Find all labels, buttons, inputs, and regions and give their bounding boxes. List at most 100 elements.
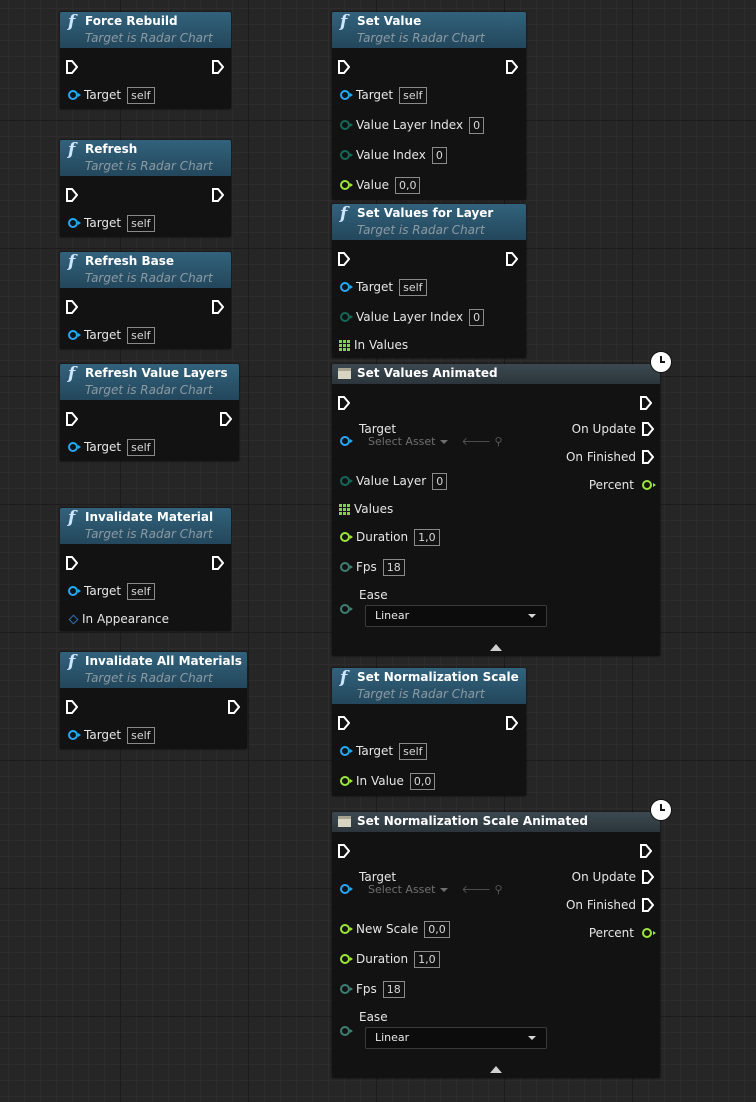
exec-out-pin[interactable] <box>506 714 518 732</box>
node-set-value[interactable]: f Set Value Target is Radar Chart Target… <box>332 12 526 200</box>
on-update-pin[interactable]: On Update <box>572 420 654 438</box>
percent-pin[interactable]: Percent <box>589 924 656 942</box>
values-pin[interactable]: Values <box>339 500 393 518</box>
chevron-down-icon <box>439 439 448 444</box>
value-field[interactable]: 0,0 <box>394 176 421 194</box>
exec-in-pin[interactable] <box>66 58 78 76</box>
duration-pin[interactable]: Duration 1,0 <box>340 950 440 968</box>
node-set-normalization-scale-animated[interactable]: Set Normalization Scale Animated Target … <box>332 812 660 1078</box>
value-pin[interactable]: Value 0,0 <box>340 176 421 194</box>
node-title: Set Values Animated <box>357 366 498 380</box>
target-pin[interactable]: Target self <box>340 742 427 760</box>
value-index-field[interactable]: 0 <box>431 146 447 164</box>
node-refresh-base[interactable]: f Refresh Base Target is Radar Chart Tar… <box>60 252 231 349</box>
node-subtitle: Target is Radar Chart <box>85 159 213 173</box>
exec-in-pin[interactable] <box>338 250 350 268</box>
in-value-field[interactable]: 0,0 <box>409 772 436 790</box>
node-set-values-for-layer[interactable]: f Set Values for Layer Target is Radar C… <box>332 204 526 358</box>
exec-in-pin[interactable] <box>66 410 78 428</box>
ease-pin[interactable] <box>340 1022 353 1040</box>
value-layer-pin[interactable]: Value Layer 0 <box>340 472 448 490</box>
new-scale-pin[interactable]: New Scale 0,0 <box>340 920 450 938</box>
duration-field[interactable]: 1,0 <box>414 528 440 546</box>
in-value-pin[interactable]: In Value 0,0 <box>340 772 436 790</box>
int-pin-icon <box>340 984 353 994</box>
percent-pin[interactable]: Percent <box>589 476 656 494</box>
browse-asset-icons[interactable]: 🡐 ⚲ <box>462 882 503 896</box>
on-update-pin[interactable]: On Update <box>572 868 654 886</box>
on-finished-pin[interactable]: On Finished <box>566 448 654 466</box>
in-values-pin[interactable]: In Values <box>339 336 408 354</box>
node-refresh[interactable]: f Refresh Target is Radar Chart Target s… <box>60 140 231 237</box>
node-title: Set Normalization Scale Animated <box>357 814 588 828</box>
pin-label: Value Layer <box>356 474 427 488</box>
collapse-arrow-icon[interactable] <box>490 1066 502 1073</box>
target-pin[interactable]: Target self <box>68 214 155 232</box>
exec-out-pin[interactable] <box>228 698 240 716</box>
exec-out-pin[interactable] <box>212 298 224 316</box>
browse-asset-icons[interactable]: 🡐 ⚲ <box>462 434 503 448</box>
exec-out-pin[interactable] <box>506 58 518 76</box>
node-set-values-animated[interactable]: Set Values Animated Target Select Asset … <box>332 364 660 656</box>
node-set-normalization-scale[interactable]: f Set Normalization Scale Target is Rada… <box>332 668 526 796</box>
target-pin[interactable]: Target self <box>68 582 155 600</box>
target-pin[interactable]: Target self <box>68 86 155 104</box>
exec-in-icon <box>66 188 78 202</box>
node-invalidate-material[interactable]: f Invalidate Material Target is Radar Ch… <box>60 508 231 631</box>
object-pin-icon <box>68 330 81 340</box>
self-value: self <box>399 742 427 760</box>
target-pin[interactable]: Target self <box>68 326 155 344</box>
exec-in-pin[interactable] <box>338 394 350 412</box>
target-pin[interactable]: Target self <box>68 438 155 456</box>
node-refresh-value-layers[interactable]: f Refresh Value Layers Target is Radar C… <box>60 364 239 461</box>
exec-out-icon <box>212 556 224 570</box>
target-pin[interactable]: Target self <box>68 726 155 744</box>
select-asset-dropdown[interactable]: Select Asset <box>368 435 448 448</box>
fps-field[interactable]: 18 <box>382 980 405 998</box>
value-index-pin[interactable]: Value Index 0 <box>340 146 447 164</box>
exec-in-pin[interactable] <box>338 714 350 732</box>
node-header: f Refresh Target is Radar Chart <box>60 140 231 176</box>
fps-pin[interactable]: Fps 18 <box>340 558 405 576</box>
new-scale-field[interactable]: 0,0 <box>424 920 450 938</box>
exec-in-pin[interactable] <box>66 298 78 316</box>
node-subtitle: Target is Radar Chart <box>85 527 213 541</box>
exec-out-icon <box>642 450 654 464</box>
ease-dropdown[interactable]: Linear <box>365 605 547 627</box>
ease-dropdown[interactable]: Linear <box>365 1027 547 1049</box>
exec-out-pin[interactable] <box>506 250 518 268</box>
select-asset-dropdown[interactable]: Select Asset <box>368 883 448 896</box>
exec-out-pin[interactable] <box>640 394 652 412</box>
exec-out-pin[interactable] <box>212 554 224 572</box>
in-appearance-pin[interactable]: In Appearance <box>68 610 169 628</box>
value-layer-index-field[interactable]: 0 <box>469 116 485 134</box>
exec-in-pin[interactable] <box>66 554 78 572</box>
collapse-arrow-icon[interactable] <box>490 644 502 651</box>
target-pin[interactable]: Select Asset 🡐 ⚲ <box>340 432 503 450</box>
target-pin[interactable]: Select Asset 🡐 ⚲ <box>340 880 503 898</box>
exec-out-pin[interactable] <box>212 58 224 76</box>
duration-pin[interactable]: Duration 1,0 <box>340 528 440 546</box>
object-pin-icon <box>340 282 353 292</box>
pin-label: Target <box>84 328 122 342</box>
exec-out-pin[interactable] <box>640 842 652 860</box>
exec-in-pin[interactable] <box>338 842 350 860</box>
exec-out-pin[interactable] <box>220 410 232 428</box>
exec-in-pin[interactable] <box>338 58 350 76</box>
value-layer-index-field[interactable]: 0 <box>469 308 485 326</box>
value-layer-index-pin[interactable]: Value Layer Index 0 <box>340 116 485 134</box>
ease-pin[interactable] <box>340 600 353 618</box>
target-pin[interactable]: Target self <box>340 278 427 296</box>
fps-field[interactable]: 18 <box>382 558 405 576</box>
node-force-rebuild[interactable]: f Force Rebuild Target is Radar Chart Ta… <box>60 12 231 109</box>
target-pin[interactable]: Target self <box>340 86 427 104</box>
value-layer-field[interactable]: 0 <box>432 472 448 490</box>
exec-out-pin[interactable] <box>212 186 224 204</box>
exec-in-pin[interactable] <box>66 186 78 204</box>
node-invalidate-all-materials[interactable]: f Invalidate All Materials Target is Rad… <box>60 652 247 749</box>
on-finished-pin[interactable]: On Finished <box>566 896 654 914</box>
duration-field[interactable]: 1,0 <box>414 950 440 968</box>
exec-in-pin[interactable] <box>66 698 78 716</box>
value-layer-index-pin[interactable]: Value Layer Index 0 <box>340 308 485 326</box>
fps-pin[interactable]: Fps 18 <box>340 980 405 998</box>
